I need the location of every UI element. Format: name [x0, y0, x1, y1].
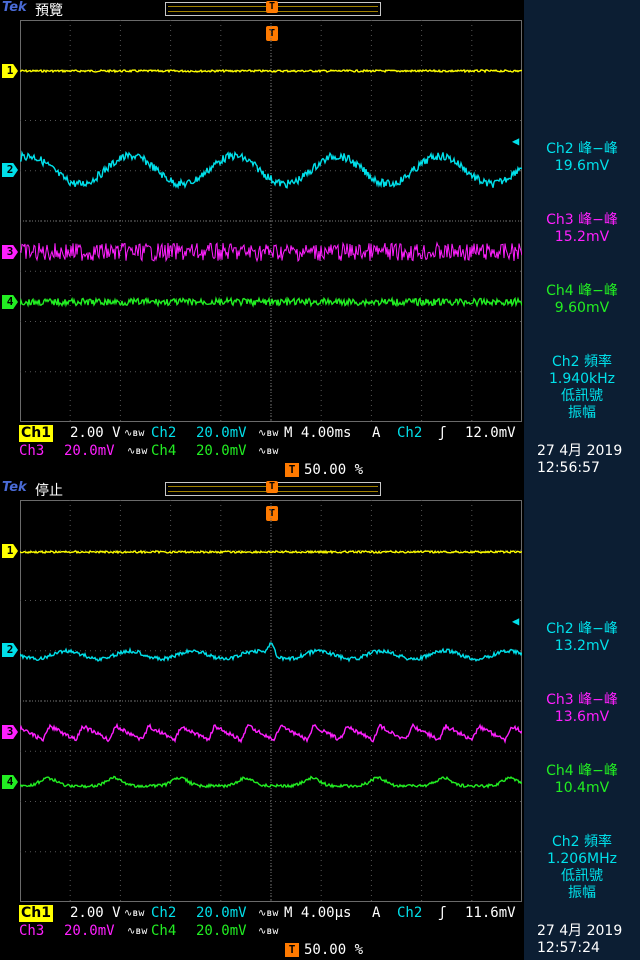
ch3-scale[interactable]: 20.0mV — [64, 923, 115, 940]
measurement-title: Ch2 頻率 — [551, 834, 612, 850]
measurement-title: Ch4 峰−峰 — [546, 283, 618, 299]
measurement-title: Ch4 峰−峰 — [546, 763, 618, 779]
measurement-ch4-pk2pk[interactable]: Ch4 峰−峰 10.4mV — [524, 763, 640, 797]
status-bar: Tek 停止 T — [0, 480, 524, 500]
ch4-scale[interactable]: 20.0mV — [196, 443, 247, 460]
measurement-title: Ch2 頻率 — [551, 354, 612, 370]
measurement-ch3-pk2pk[interactable]: Ch3 峰−峰 13.6mV — [524, 692, 640, 726]
time-text: 12:57:24 — [537, 940, 600, 956]
measurement-ch2-frequency[interactable]: Ch2 頻率 1.940kHz 低訊號 振幅 — [524, 354, 640, 422]
ch3-trace — [20, 722, 522, 745]
ch4-scale[interactable]: 20.0mV — [196, 923, 247, 940]
waveform-graticule — [20, 500, 522, 902]
measurement-title: Ch3 峰−峰 — [546, 212, 618, 228]
trigger-position-icon[interactable]: T — [266, 1, 278, 13]
tek-logo: Tek — [2, 480, 27, 495]
bandwidth-limit-icon: ∿ʙw — [258, 428, 279, 439]
measurement-title: Ch2 峰−峰 — [546, 621, 618, 637]
ch1-scale[interactable]: 2.00 V — [70, 905, 121, 922]
measurement-ch4-pk2pk[interactable]: Ch4 峰−峰 9.60mV — [524, 283, 640, 317]
measurement-value: 19.6mV — [554, 158, 610, 174]
measurement-title: Ch2 峰−峰 — [546, 141, 618, 157]
measurement-ch2-pk2pk[interactable]: Ch2 峰−峰 19.6mV — [524, 141, 640, 175]
trigger-mode[interactable]: A — [372, 425, 380, 442]
bandwidth-limit-icon: ∿ʙw — [258, 446, 279, 457]
trigger-position-icon: T — [285, 463, 299, 477]
ch2-ground-marker[interactable]: 2 — [2, 163, 18, 177]
timebase-setting[interactable]: M 4.00µs — [284, 905, 351, 922]
measurement-value: 10.4mV — [554, 780, 610, 796]
ch3-ground-marker[interactable]: 3 — [2, 725, 18, 739]
acquisition-status: 預覽 — [35, 3, 63, 19]
ch3-label[interactable]: Ch3 — [19, 443, 44, 460]
trigger-position-icon: T — [285, 943, 299, 957]
time-text: 12:56:57 — [537, 460, 600, 476]
date-time: 27 4月 2019 12:56:57 — [537, 443, 622, 477]
measurement-value: 1.940kHz — [548, 371, 616, 387]
trigger-mode[interactable]: A — [372, 905, 380, 922]
measurement-warning: 低訊號 — [561, 388, 603, 404]
ch2-scale[interactable]: 20.0mV — [196, 425, 247, 442]
trigger-level[interactable]: 11.6mV — [465, 905, 516, 922]
waveform-graticule — [20, 20, 522, 422]
trigger-level-arrow-icon: ◀ — [512, 134, 520, 148]
ch2-ground-marker[interactable]: 2 — [2, 643, 18, 657]
ch4-ground-marker[interactable]: 4 — [2, 295, 18, 309]
ch4-label[interactable]: Ch4 — [151, 923, 176, 940]
measurement-value: 13.2mV — [554, 638, 610, 654]
ch1-label[interactable]: Ch1 — [19, 905, 53, 922]
ch1-scale[interactable]: 2.00 V — [70, 425, 121, 442]
bandwidth-limit-icon: ∿ʙw — [127, 926, 148, 937]
rising-edge-icon: ʃ — [438, 425, 447, 441]
tek-logo: Tek — [2, 0, 27, 15]
ch2-label[interactable]: Ch2 — [151, 905, 176, 922]
measurement-value: 15.2mV — [554, 229, 610, 245]
ch2-label[interactable]: Ch2 — [151, 425, 176, 442]
trigger-position-icon[interactable]: T — [266, 481, 278, 493]
date-time: 27 4月 2019 12:57:24 — [537, 923, 622, 957]
measurement-ch2-pk2pk[interactable]: Ch2 峰−峰 13.2mV — [524, 621, 640, 655]
settings-bar: Ch1 2.00 V ∿ʙw Ch2 20.0mV ∿ʙw M 4.00ms A… — [0, 425, 524, 480]
trigger-level[interactable]: 12.0mV — [465, 425, 516, 442]
ch4-ground-marker[interactable]: 4 — [2, 775, 18, 789]
settings-bar: Ch1 2.00 V ∿ʙw Ch2 20.0mV ∿ʙw M 4.00µs A… — [0, 905, 524, 960]
ch3-ground-marker[interactable]: 3 — [2, 245, 18, 259]
ch1-ground-marker[interactable]: 1 — [2, 544, 18, 558]
measurement-warning: 振幅 — [568, 405, 596, 421]
ch3-label[interactable]: Ch3 — [19, 923, 44, 940]
ch2-scale[interactable]: 20.0mV — [196, 905, 247, 922]
bandwidth-limit-icon: ∿ʙw — [127, 446, 148, 457]
trigger-source[interactable]: Ch2 — [397, 425, 422, 442]
bandwidth-limit-icon: ∿ʙw — [124, 428, 145, 439]
date-text: 27 4月 2019 — [537, 923, 623, 939]
trigger-source[interactable]: Ch2 — [397, 905, 422, 922]
status-bar: Tek 預覽 T — [0, 0, 524, 20]
timebase-setting[interactable]: M 4.00ms — [284, 425, 351, 442]
ch1-ground-marker[interactable]: 1 — [2, 64, 18, 78]
measurement-title: Ch3 峰−峰 — [546, 692, 618, 708]
ch3-scale[interactable]: 20.0mV — [64, 443, 115, 460]
measurement-value: 1.206MHz — [546, 851, 618, 867]
ch1-label[interactable]: Ch1 — [19, 425, 53, 442]
measurement-ch2-frequency[interactable]: Ch2 頻率 1.206MHz 低訊號 振幅 — [524, 834, 640, 902]
ch4-label[interactable]: Ch4 — [151, 443, 176, 460]
scope-screen-1: Tek 預覽 T T 1 2 3 4 ◀ Ch2 峰−峰 19.6mV Ch3 … — [0, 0, 640, 480]
scope-screen-2: Tek 停止 T T 1 2 3 4 ◀ Ch2 峰−峰 13.2mV Ch3 … — [0, 480, 640, 960]
trigger-level-arrow-icon: ◀ — [512, 614, 520, 628]
acquisition-status: 停止 — [35, 483, 63, 499]
measurement-ch3-pk2pk[interactable]: Ch3 峰−峰 15.2mV — [524, 212, 640, 246]
measurement-warning: 低訊號 — [561, 868, 603, 884]
measurement-warning: 振幅 — [568, 885, 596, 901]
trigger-position-value[interactable]: 50.00 % — [304, 942, 363, 959]
measurement-value: 9.60mV — [554, 300, 610, 316]
rising-edge-icon: ʃ — [438, 905, 447, 921]
date-text: 27 4月 2019 — [537, 443, 623, 459]
bandwidth-limit-icon: ∿ʙw — [258, 926, 279, 937]
trigger-position-value[interactable]: 50.00 % — [304, 462, 363, 479]
bandwidth-limit-icon: ∿ʙw — [258, 908, 279, 919]
measurement-value: 13.6mV — [554, 709, 610, 725]
bandwidth-limit-icon: ∿ʙw — [124, 908, 145, 919]
